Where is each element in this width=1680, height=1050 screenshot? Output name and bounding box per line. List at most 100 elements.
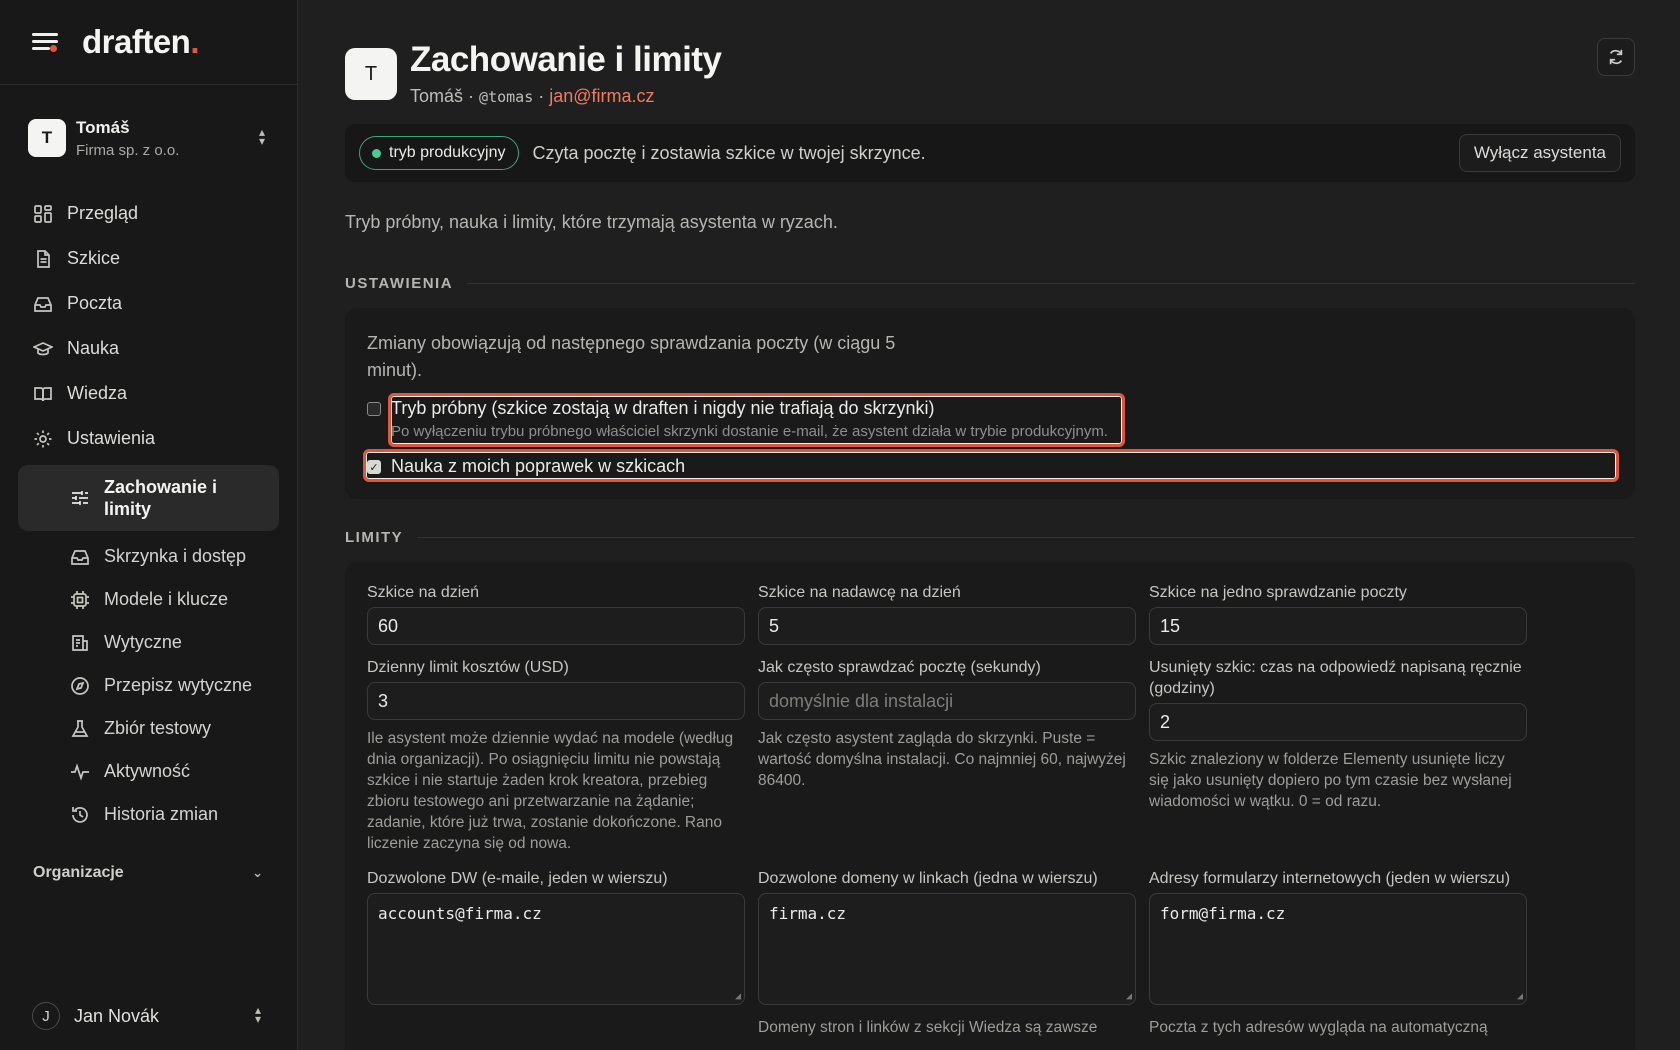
- book-icon: [33, 384, 53, 404]
- disable-assistant-button[interactable]: Wyłącz asystenta: [1458, 134, 1621, 172]
- drafts-per-check-input[interactable]: 15: [1149, 607, 1527, 645]
- sub-item-label: Przepisz wytyczne: [104, 675, 253, 695]
- inbox-icon: [71, 549, 89, 565]
- brand-bar: draften.: [0, 0, 297, 85]
- sub-item-test-set[interactable]: Zbiór testowy: [0, 707, 297, 750]
- organizations-toggle[interactable]: Organizacje ⌄: [0, 848, 297, 898]
- check-interval-help: Jak często asystent zagląda do skrzynki.…: [758, 730, 1126, 789]
- history-icon: [72, 806, 88, 823]
- resize-grip-icon[interactable]: ◢: [1126, 991, 1132, 1002]
- status-badge: tryb produkcyjny: [359, 136, 519, 170]
- nav-item-knowledge[interactable]: Wiedza: [0, 371, 297, 416]
- status-text: Czyta pocztę i zostawia szkice w twojej …: [532, 142, 926, 163]
- page-title: Zachowanie i limity: [410, 40, 722, 79]
- form-addresses-field: Adresy formularzy internetowych (jeden w…: [1149, 868, 1527, 1038]
- account-name: Tomáš: [76, 117, 130, 137]
- cost-limit-field: Dzienny limit kosztów (USD) 3 Ile asyste…: [367, 657, 745, 854]
- form-addresses-textarea[interactable]: form@firma.cz ◢: [1149, 893, 1527, 1005]
- graduation-cap-icon: [33, 339, 53, 359]
- nav-item-drafts[interactable]: Szkice: [0, 236, 297, 281]
- user-avatar: J: [32, 1002, 60, 1030]
- nav-item-mail[interactable]: Poczta: [0, 281, 297, 326]
- status-bar: tryb produkcyjny Czyta pocztę i zostawia…: [345, 124, 1635, 182]
- allowed-cc-textarea[interactable]: accounts@firma.cz ◢: [367, 893, 745, 1005]
- grid-icon: [33, 204, 53, 224]
- nav-label: Wiedza: [67, 383, 128, 403]
- profile-avatar: T: [345, 48, 397, 100]
- sliders-icon: [72, 491, 88, 505]
- chevron-down-icon: ⌄: [252, 865, 263, 880]
- sub-item-label: Zbiór testowy: [104, 718, 212, 738]
- activity-icon: [71, 762, 89, 781]
- learning-label[interactable]: Nauka z moich poprawek w szkicach: [391, 456, 685, 477]
- cpu-icon: [71, 590, 89, 609]
- inbox-icon: [33, 294, 53, 314]
- learning-row: ✓ Nauka z moich poprawek w szkicach: [363, 449, 1619, 482]
- deleted-draft-field: Usunięty szkic: czas na odpowiedź napisa…: [1149, 657, 1527, 854]
- cost-limit-input[interactable]: 3: [367, 682, 745, 720]
- deleted-draft-input[interactable]: 2: [1149, 703, 1527, 741]
- sub-item-models-keys[interactable]: Modele i klucze: [0, 578, 297, 621]
- flask-icon: [71, 719, 89, 737]
- account-switcher[interactable]: T Tomáš Firma sp. z o.o. ▴ ▾: [0, 85, 297, 191]
- deleted-draft-help: Szkic znaleziony w folderze Elementy usu…: [1149, 751, 1512, 810]
- sub-item-label: Zachowanie i limity: [104, 477, 218, 519]
- resize-grip-icon[interactable]: ◢: [1517, 991, 1523, 1002]
- trial-mode-row: Tryb próbny (szkice zostają w draften i …: [367, 393, 1613, 447]
- sub-item-behavior-limits[interactable]: Zachowanie i limity: [18, 465, 279, 531]
- nav-item-settings[interactable]: Ustawienia: [0, 416, 297, 461]
- settings-card: Zmiany obowiązują od następnego sprawdza…: [345, 308, 1635, 499]
- sub-item-activity[interactable]: Aktywność: [0, 750, 297, 793]
- nav-label: Przegląd: [67, 203, 139, 223]
- nav-item-overview[interactable]: Przegląd: [0, 191, 297, 236]
- sub-item-guidelines[interactable]: Wytyczne: [0, 621, 297, 664]
- drafts-per-day-input[interactable]: 60: [367, 607, 745, 645]
- resize-grip-icon[interactable]: ◢: [735, 991, 741, 1002]
- page-header: T Zachowanie i limity Tomáš · @tomas · j…: [345, 0, 1635, 112]
- document-icon: [33, 249, 53, 269]
- status-dot: [372, 148, 381, 158]
- trial-mode-checkbox[interactable]: [367, 402, 381, 416]
- allowed-domains-field: Dozwolone domeny w linkach (jedna w wier…: [758, 868, 1136, 1038]
- nav-item-learning[interactable]: Nauka: [0, 326, 297, 371]
- guidelines-icon: [72, 634, 88, 651]
- user-name: Jan Novák: [74, 1005, 160, 1026]
- cost-limit-help: Ile asystent może dziennie wydać na mode…: [367, 730, 734, 852]
- page-intro: Tryb próbny, nauka i limity, które trzym…: [345, 212, 838, 232]
- sub-item-mailbox-access[interactable]: Skrzynka i dostęp: [0, 535, 297, 578]
- chevron-up-down-icon: ▴ ▾: [258, 125, 266, 148]
- refresh-button[interactable]: [1597, 38, 1635, 76]
- settings-section-header: USTAWIENIA: [345, 275, 1635, 292]
- gear-icon: [33, 429, 53, 449]
- menu-icon[interactable]: [32, 30, 60, 54]
- owner-name: Tomáš: [410, 86, 464, 106]
- sub-item-history[interactable]: Historia zmian: [0, 793, 297, 836]
- sub-item-label: Aktywność: [104, 761, 191, 781]
- sub-item-label: Wytyczne: [104, 632, 182, 652]
- sidebar: draften. T Tomáš Firma sp. z o.o. ▴ ▾ Prz…: [0, 0, 298, 1050]
- owner-email[interactable]: jan@firma.cz: [549, 86, 654, 106]
- logo[interactable]: draften.: [82, 23, 199, 61]
- user-menu[interactable]: J Jan Novák ▴ ▾: [32, 1002, 265, 1030]
- limits-card: Szkice na dzień 60 Szkice na nadawcę na …: [345, 562, 1635, 1050]
- drafts-per-sender-input[interactable]: 5: [758, 607, 1136, 645]
- trial-mode-label[interactable]: Tryb próbny (szkice zostają w draften i …: [391, 398, 1108, 419]
- page-subtitle: Tomáš · @tomas · jan@firma.cz: [410, 86, 655, 106]
- chevron-up-down-icon: ▴ ▾: [254, 1003, 262, 1026]
- drafts-per-check-field: Szkice na jedno sprawdzanie poczty 15: [1149, 582, 1527, 645]
- sub-item-rewrite-guidelines[interactable]: Przepisz wytyczne: [0, 664, 297, 707]
- sub-item-label: Historia zmian: [104, 804, 219, 824]
- allowed-domains-textarea[interactable]: firma.cz ◢: [758, 893, 1136, 1005]
- nav-label: Nauka: [67, 338, 120, 358]
- sub-item-label: Modele i klucze: [104, 589, 229, 609]
- account-avatar: T: [28, 119, 66, 157]
- nav-label: Poczta: [67, 293, 123, 313]
- main-content: T Zachowanie i limity Tomáš · @tomas · j…: [345, 0, 1635, 1050]
- owner-handle: @tomas: [479, 88, 534, 106]
- nav-label: Szkice: [67, 248, 121, 268]
- learning-checkbox[interactable]: ✓: [367, 460, 381, 474]
- refresh-icon: [1609, 49, 1623, 65]
- check-interval-input[interactable]: domyślnie dla instalacji: [758, 682, 1136, 720]
- drafts-per-sender-field: Szkice na nadawcę na dzień 5: [758, 582, 1136, 645]
- compass-icon: [71, 676, 89, 695]
